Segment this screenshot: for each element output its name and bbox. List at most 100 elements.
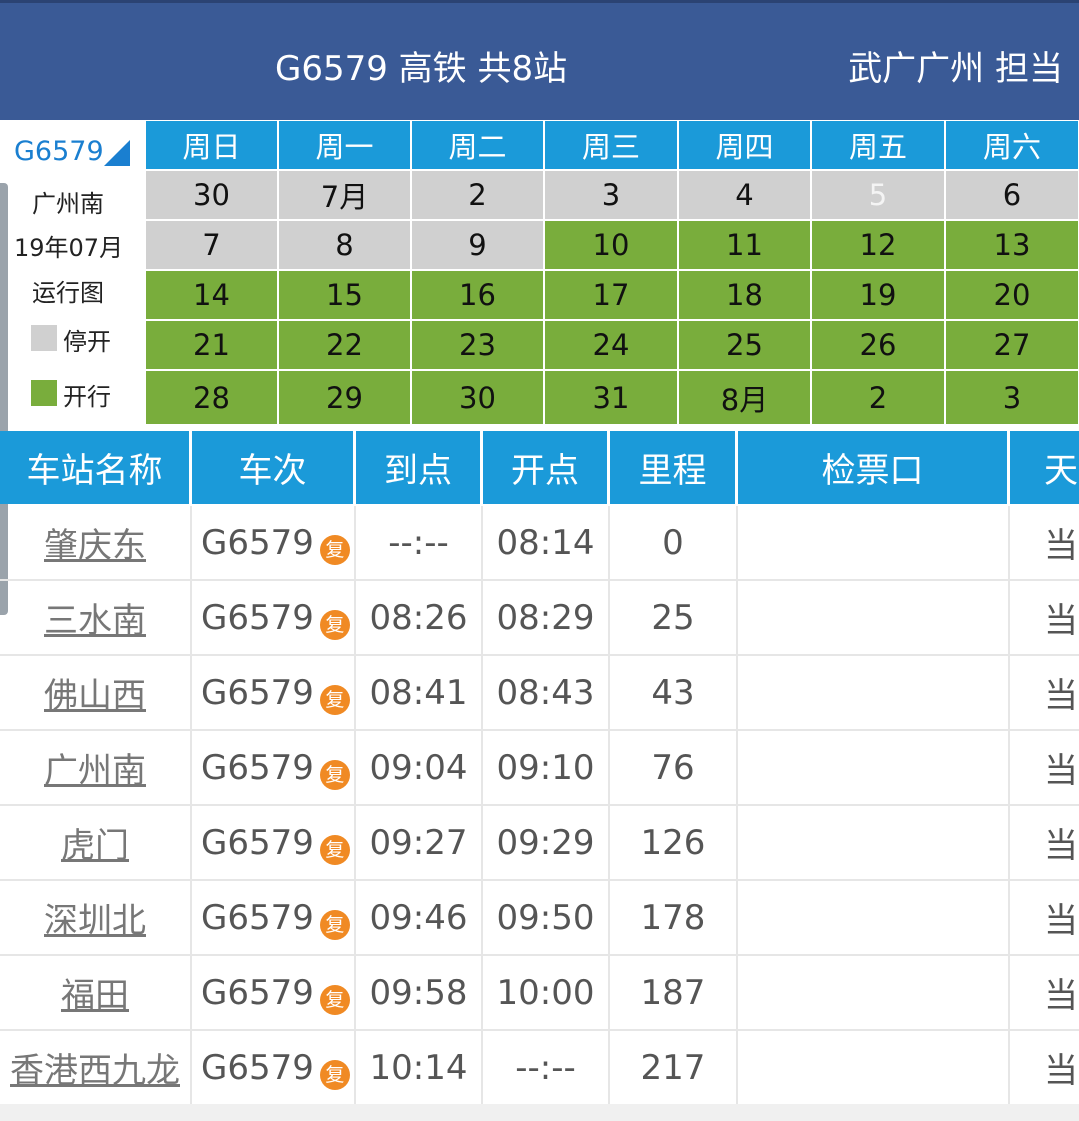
station-name-link[interactable]: 佛山西 xyxy=(0,656,192,729)
table-row[interactable]: 佛山西 G6579 复 08:41 08:43 43 当 xyxy=(0,656,1079,731)
calendar-station-label: 广州南 xyxy=(32,190,104,218)
calendar-day-stopped[interactable]: 2 xyxy=(412,171,543,219)
fuxing-badge-icon: 复 xyxy=(319,609,350,640)
table-row[interactable]: 香港西九龙 G6579 复 10:14 --:-- 217 当 xyxy=(0,1031,1079,1106)
calendar-day-running[interactable]: 22 xyxy=(279,321,410,369)
weekday-header: 周三 xyxy=(545,121,677,169)
calendar-day-running[interactable]: 13 xyxy=(946,221,1078,269)
day-cell: 当 xyxy=(1044,1051,1078,1091)
mileage-cell: 25 xyxy=(610,581,738,654)
legend-stop-swatch xyxy=(31,325,57,351)
run-calendar: 周日 周一 周二 周三 周四 周五 周六 30 7月 2 3 4 5 6 7 8 9 10 11 12 13 14 15 16… xyxy=(145,120,1079,425)
depart-time-cell: 08:43 xyxy=(483,656,610,729)
depart-time-cell: 09:50 xyxy=(483,881,610,954)
column-header[interactable]: 车站名称 xyxy=(0,431,189,504)
weekday-header: 周六 xyxy=(946,121,1078,169)
calendar-day-running[interactable]: 2 xyxy=(812,371,944,424)
column-header[interactable]: 到点 xyxy=(356,431,480,504)
fuxing-badge-icon: 复 xyxy=(319,684,350,715)
train-number: G6579 xyxy=(201,972,314,1013)
day-cell: 当 xyxy=(1044,676,1078,716)
calendar-day-running[interactable]: 15 xyxy=(279,271,410,319)
calendar-day-running[interactable]: 23 xyxy=(412,321,543,369)
calendar-day-running[interactable]: 16 xyxy=(412,271,543,319)
station-name-link[interactable]: 肇庆东 xyxy=(0,506,192,579)
calendar-day-stopped[interactable]: 7月 xyxy=(279,171,410,219)
day-cell: 当 xyxy=(1044,526,1078,566)
arrive-time-cell: 10:14 xyxy=(356,1031,483,1104)
dropdown-triangle-icon[interactable] xyxy=(104,140,130,166)
calendar-day-running[interactable]: 27 xyxy=(946,321,1078,369)
station-name-link[interactable]: 广州南 xyxy=(0,731,192,804)
calendar-day-running[interactable]: 26 xyxy=(812,321,944,369)
column-header[interactable]: 开点 xyxy=(483,431,607,504)
train-number: G6579 xyxy=(201,597,314,638)
calendar-day-running[interactable]: 31 xyxy=(545,371,677,424)
ticket-gate-cell xyxy=(738,806,1010,879)
calendar-day-running[interactable]: 29 xyxy=(279,371,410,424)
calendar-day-running[interactable]: 21 xyxy=(146,321,277,369)
train-number: G6579 xyxy=(201,522,314,563)
calendar-day-stopped[interactable]: 8 xyxy=(279,221,410,269)
ticket-gate-cell xyxy=(738,581,1010,654)
weekday-header: 周四 xyxy=(679,121,810,169)
calendar-day-running[interactable]: 25 xyxy=(679,321,810,369)
calendar-day-running[interactable]: 20 xyxy=(946,271,1078,319)
calendar-day-running[interactable]: 28 xyxy=(146,371,277,424)
calendar-day-stopped[interactable]: 7 xyxy=(146,221,277,269)
calendar-day-running[interactable]: 3 xyxy=(946,371,1078,424)
calendar-day-running[interactable]: 19 xyxy=(812,271,944,319)
table-row[interactable]: 虎门 G6579 复 09:27 09:29 126 当 xyxy=(0,806,1079,881)
calendar-day-running[interactable]: 11 xyxy=(679,221,810,269)
fuxing-badge-icon: 复 xyxy=(319,534,350,565)
mileage-cell: 126 xyxy=(610,806,738,879)
table-row[interactable]: 深圳北 G6579 复 09:46 09:50 178 当 xyxy=(0,881,1079,956)
calendar-day-running[interactable]: 14 xyxy=(146,271,277,319)
table-row[interactable]: 福田 G6579 复 09:58 10:00 187 当 xyxy=(0,956,1079,1031)
column-header[interactable]: 检票口 xyxy=(738,431,1007,504)
column-header[interactable]: 车次 xyxy=(192,431,353,504)
weekday-header: 周二 xyxy=(412,121,543,169)
depart-time-cell: 10:00 xyxy=(483,956,610,1029)
calendar-day-running[interactable]: 24 xyxy=(545,321,677,369)
operator-label: 武广广州 担当 xyxy=(848,49,1063,89)
day-cell: 当 xyxy=(1044,976,1078,1016)
train-number: G6579 xyxy=(201,747,314,788)
calendar-day-stopped[interactable]: 3 xyxy=(545,171,677,219)
calendar-day-stopped[interactable]: 5 xyxy=(812,171,944,219)
column-header[interactable]: 里程 xyxy=(610,431,735,504)
calendar-day-running[interactable]: 17 xyxy=(545,271,677,319)
calendar-month-label: 19年07月 xyxy=(14,234,124,262)
ticket-gate-cell xyxy=(738,731,1010,804)
depart-time-cell: 08:14 xyxy=(483,506,610,579)
train-number: G6579 xyxy=(201,897,314,938)
mileage-cell: 187 xyxy=(610,956,738,1029)
table-row[interactable]: 广州南 G6579 复 09:04 09:10 76 当 xyxy=(0,731,1079,806)
fuxing-badge-icon: 复 xyxy=(319,984,350,1015)
calendar-day-running[interactable]: 30 xyxy=(412,371,543,424)
column-header[interactable]: 天 xyxy=(1010,431,1079,504)
calendar-day-stopped[interactable]: 9 xyxy=(412,221,543,269)
station-name-link[interactable]: 深圳北 xyxy=(0,881,192,954)
station-name-link[interactable]: 香港西九龙 xyxy=(0,1031,192,1104)
table-row[interactable]: 肇庆东 G6579 复 --:-- 08:14 0 当 xyxy=(0,506,1079,581)
calendar-day-running[interactable]: 10 xyxy=(545,221,677,269)
weekday-header: 周日 xyxy=(146,121,277,169)
station-name-link[interactable]: 三水南 xyxy=(0,581,192,654)
calendar-day-stopped[interactable]: 4 xyxy=(679,171,810,219)
calendar-day-running[interactable]: 8月 xyxy=(679,371,810,424)
calendar-day-stopped[interactable]: 30 xyxy=(146,171,277,219)
calendar-day-running[interactable]: 18 xyxy=(679,271,810,319)
station-name-link[interactable]: 虎门 xyxy=(0,806,192,879)
calendar-day-running[interactable]: 12 xyxy=(812,221,944,269)
calendar-day-stopped[interactable]: 6 xyxy=(946,171,1078,219)
calendar-side-panel: G6579 广州南 19年07月 运行图 停开 开行 xyxy=(0,120,145,425)
day-cell: 当 xyxy=(1044,826,1078,866)
mileage-cell: 0 xyxy=(610,506,738,579)
arrive-time-cell: 08:26 xyxy=(356,581,483,654)
station-name-link[interactable]: 福田 xyxy=(0,956,192,1029)
depart-time-cell: 09:29 xyxy=(483,806,610,879)
train-number: G6579 xyxy=(201,1047,314,1088)
table-row[interactable]: 三水南 G6579 复 08:26 08:29 25 当 xyxy=(0,581,1079,656)
calendar-train-selector[interactable]: G6579 xyxy=(14,136,104,167)
